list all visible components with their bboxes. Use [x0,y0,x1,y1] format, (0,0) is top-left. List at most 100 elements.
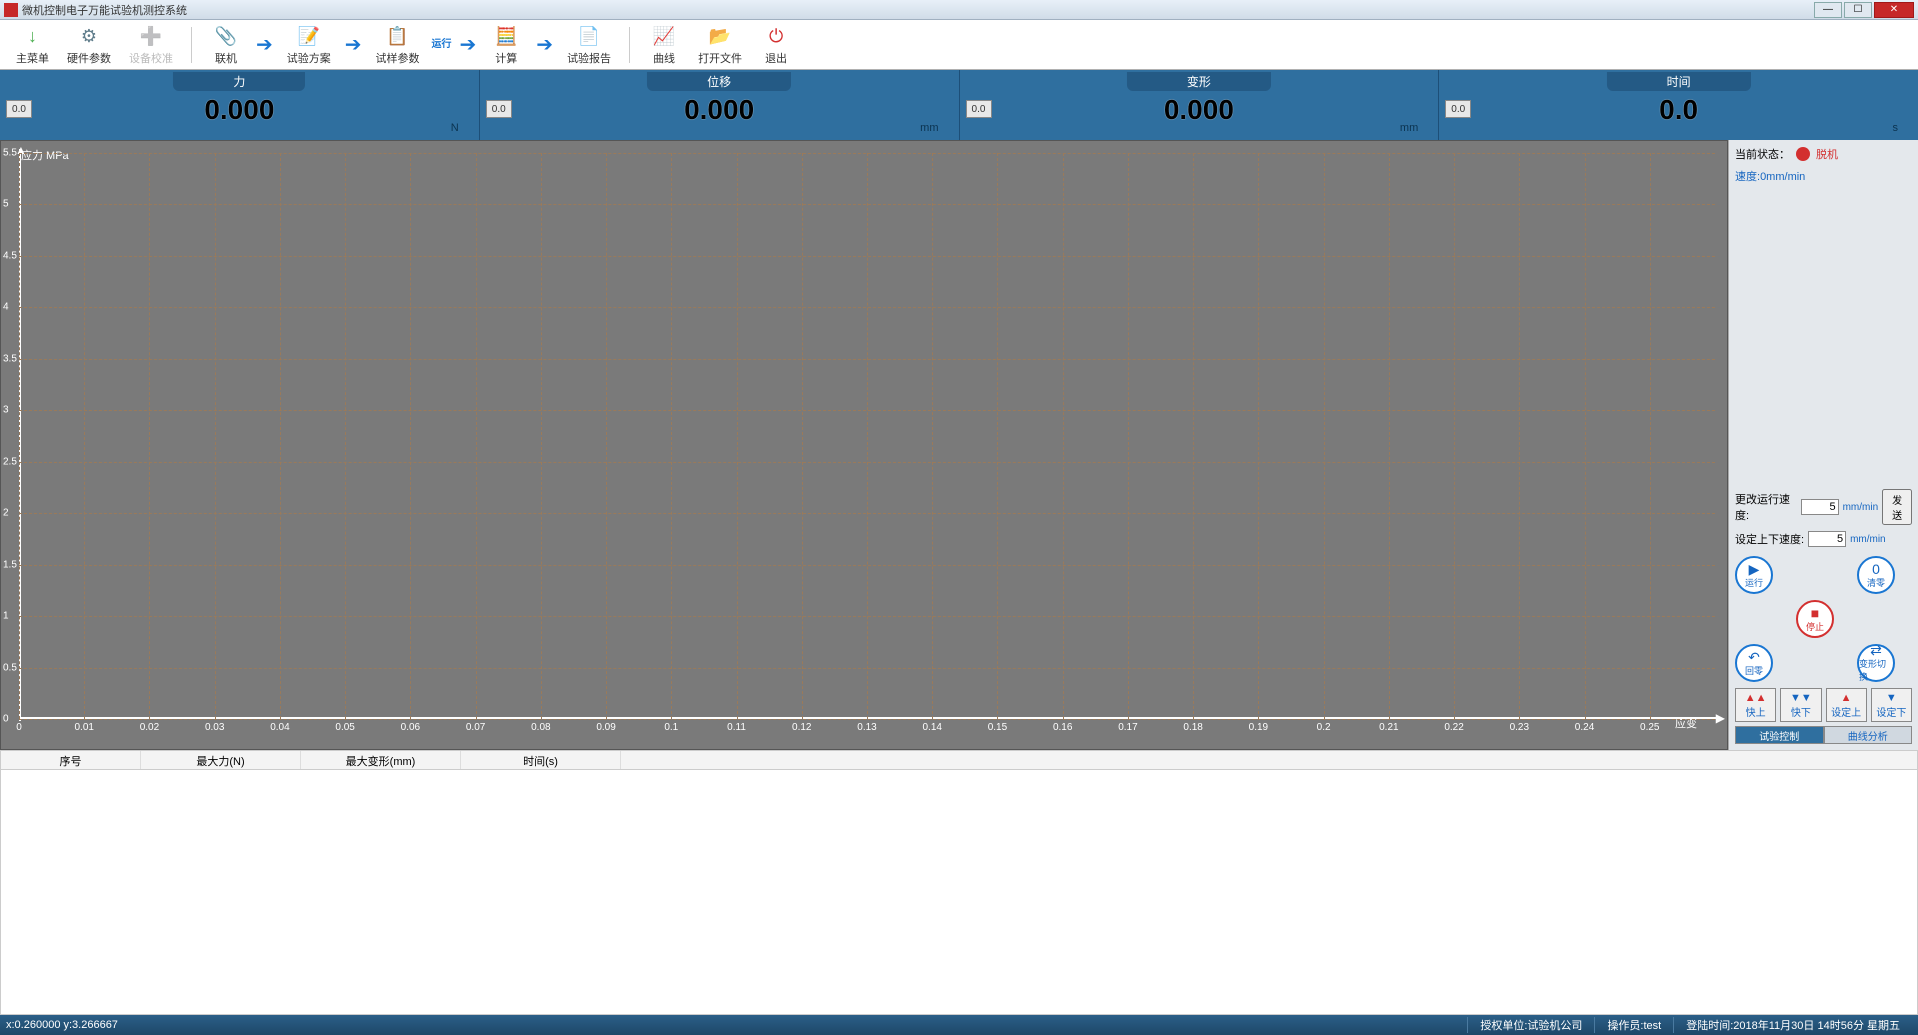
col-time[interactable]: 时间(s) [461,751,621,769]
test-plan-icon: 📝 [296,23,322,49]
fast-down-button[interactable]: ▼▼快下 [1780,688,1821,722]
readout-disp: 位移 0.0 0.000 mm [480,70,960,140]
readout-deform-label: 变形 [1127,72,1271,91]
data-table-body[interactable] [0,770,1918,1015]
zero-icon: 0 [1872,562,1880,576]
y-tick: 5.5 [3,148,17,159]
stop-button[interactable]: ■停止 [1796,600,1834,638]
readout-deform: 变形 0.0 0.000 mm [960,70,1440,140]
readout-time-label: 时间 [1607,72,1751,91]
readout-disp-unit: mm [920,122,938,134]
switch-button[interactable]: ⇄变形切换 [1857,644,1895,682]
hw-params-icon: ⚙ [76,23,102,49]
arrow-icon: ➔ [458,32,479,57]
x-tick: 0.07 [466,722,485,733]
run-button[interactable]: ▶运行 [1735,556,1773,594]
curve-label: 曲线 [653,50,675,66]
chart-area[interactable]: ▲ 应力 MPa ▶ 应变 00.511.522.533.544.555.500… [0,140,1728,750]
arrow-icon: ➔ [343,32,364,57]
tab-curve-analysis[interactable]: 曲线分析 [1824,726,1913,744]
col-index[interactable]: 序号 [1,751,141,769]
run-speed-input[interactable] [1801,499,1839,515]
toolbar-compute[interactable]: 🧮计算 [484,21,528,68]
set-down-button[interactable]: ▼设定下 [1871,688,1912,722]
readout-force-label: 力 [173,72,305,91]
y-tick: 0.5 [3,662,17,673]
down-icon: ▼ [1886,692,1897,704]
x-tick: 0.25 [1640,722,1659,733]
maximize-button[interactable]: ☐ [1844,2,1872,18]
readout-deform-peak[interactable]: 0.0 [966,100,992,118]
report-label: 试验报告 [567,50,611,66]
readout-time-peak[interactable]: 0.0 [1445,100,1471,118]
set-up-button[interactable]: ▲设定上 [1826,688,1867,722]
zero-button[interactable]: 0清零 [1857,556,1895,594]
close-button[interactable]: ✕ [1874,2,1914,18]
home-button[interactable]: ↶回零 [1735,644,1773,682]
toolbar-report[interactable]: 📄试验报告 [561,21,617,68]
calibrate-icon: ➕ [138,23,164,49]
test-plan-label: 试验方案 [287,50,331,66]
open-file-icon: 📂 [707,23,733,49]
arrow-icon: ➔ [534,32,555,57]
status-value: 脱机 [1816,146,1838,162]
x-tick: 0.09 [596,722,615,733]
speed-value: 0mm/min [1760,171,1805,183]
titlebar: 微机控制电子万能试验机测控系统 — ☐ ✕ [0,0,1918,20]
x-tick: 0.15 [988,722,1007,733]
statusbar: x:0.260000 y:3.266667 授权单位:试验机公司 操作员:tes… [0,1015,1918,1035]
compute-label: 计算 [495,50,517,66]
x-tick: 0.17 [1118,722,1137,733]
exit-icon: ⏻ [763,23,789,49]
readout-deform-value: 0.000 [1164,94,1234,126]
x-tick: 0.01 [74,722,93,733]
toolbar-curve[interactable]: 📈曲线 [642,21,686,68]
updown-speed-unit: mm/min [1850,534,1886,545]
fast-up-button[interactable]: ▲▲快上 [1735,688,1776,722]
toolbar-sample-params[interactable]: 📋试样参数 [370,21,426,68]
x-tick: 0.06 [401,722,420,733]
connect-label: 联机 [215,50,237,66]
open-file-label: 打开文件 [698,50,742,66]
toolbar-connect[interactable]: 📎联机 [204,21,248,68]
chart-grid: 00.511.522.533.544.555.500.010.020.030.0… [19,153,1715,719]
y-tick: 2 [3,508,9,519]
arrow-icon: ➔ [254,32,275,57]
toolbar-test-plan[interactable]: 📝试验方案 [281,21,337,68]
main-menu-label: 主菜单 [16,50,49,66]
switch-icon: ⇄ [1870,643,1882,657]
hw-params-label: 硬件参数 [67,50,111,66]
send-button[interactable]: 发送 [1882,489,1912,525]
readout-force-unit: N [451,122,459,134]
data-table-header: 序号 最大力(N) 最大变形(mm) 时间(s) [0,750,1918,770]
x-tick: 0 [16,722,22,733]
toolbar-exit[interactable]: ⏻退出 [754,21,798,68]
app-icon [4,3,18,17]
readout-deform-unit: mm [1400,122,1418,134]
col-max-force[interactable]: 最大力(N) [141,751,301,769]
compute-icon: 🧮 [493,23,519,49]
readout-force-peak[interactable]: 0.0 [6,100,32,118]
y-tick: 4 [3,302,9,313]
toolbar-hw-params[interactable]: ⚙硬件参数 [61,21,117,68]
minimize-button[interactable]: — [1814,2,1842,18]
tab-test-control[interactable]: 试验控制 [1735,726,1824,744]
readout-disp-label: 位移 [647,72,791,91]
x-tick: 0.12 [792,722,811,733]
window-title: 微机控制电子万能试验机测控系统 [22,2,187,18]
double-down-icon: ▼▼ [1790,692,1812,704]
offline-icon [1796,147,1810,161]
x-tick: 0.19 [1249,722,1268,733]
x-axis-arrow-icon: ▶ [1716,711,1725,725]
x-tick: 0.14 [922,722,941,733]
readout-disp-peak[interactable]: 0.0 [486,100,512,118]
col-max-deform[interactable]: 最大变形(mm) [301,751,461,769]
home-icon: ↶ [1748,650,1760,664]
run-speed-unit: mm/min [1843,502,1879,513]
toolbar-open-file[interactable]: 📂打开文件 [692,21,748,68]
report-icon: 📄 [576,23,602,49]
x-tick: 0.18 [1183,722,1202,733]
readout-time-unit: s [1893,122,1899,134]
updown-speed-input[interactable] [1808,531,1846,547]
toolbar-main-menu[interactable]: ↓主菜单 [10,21,55,68]
